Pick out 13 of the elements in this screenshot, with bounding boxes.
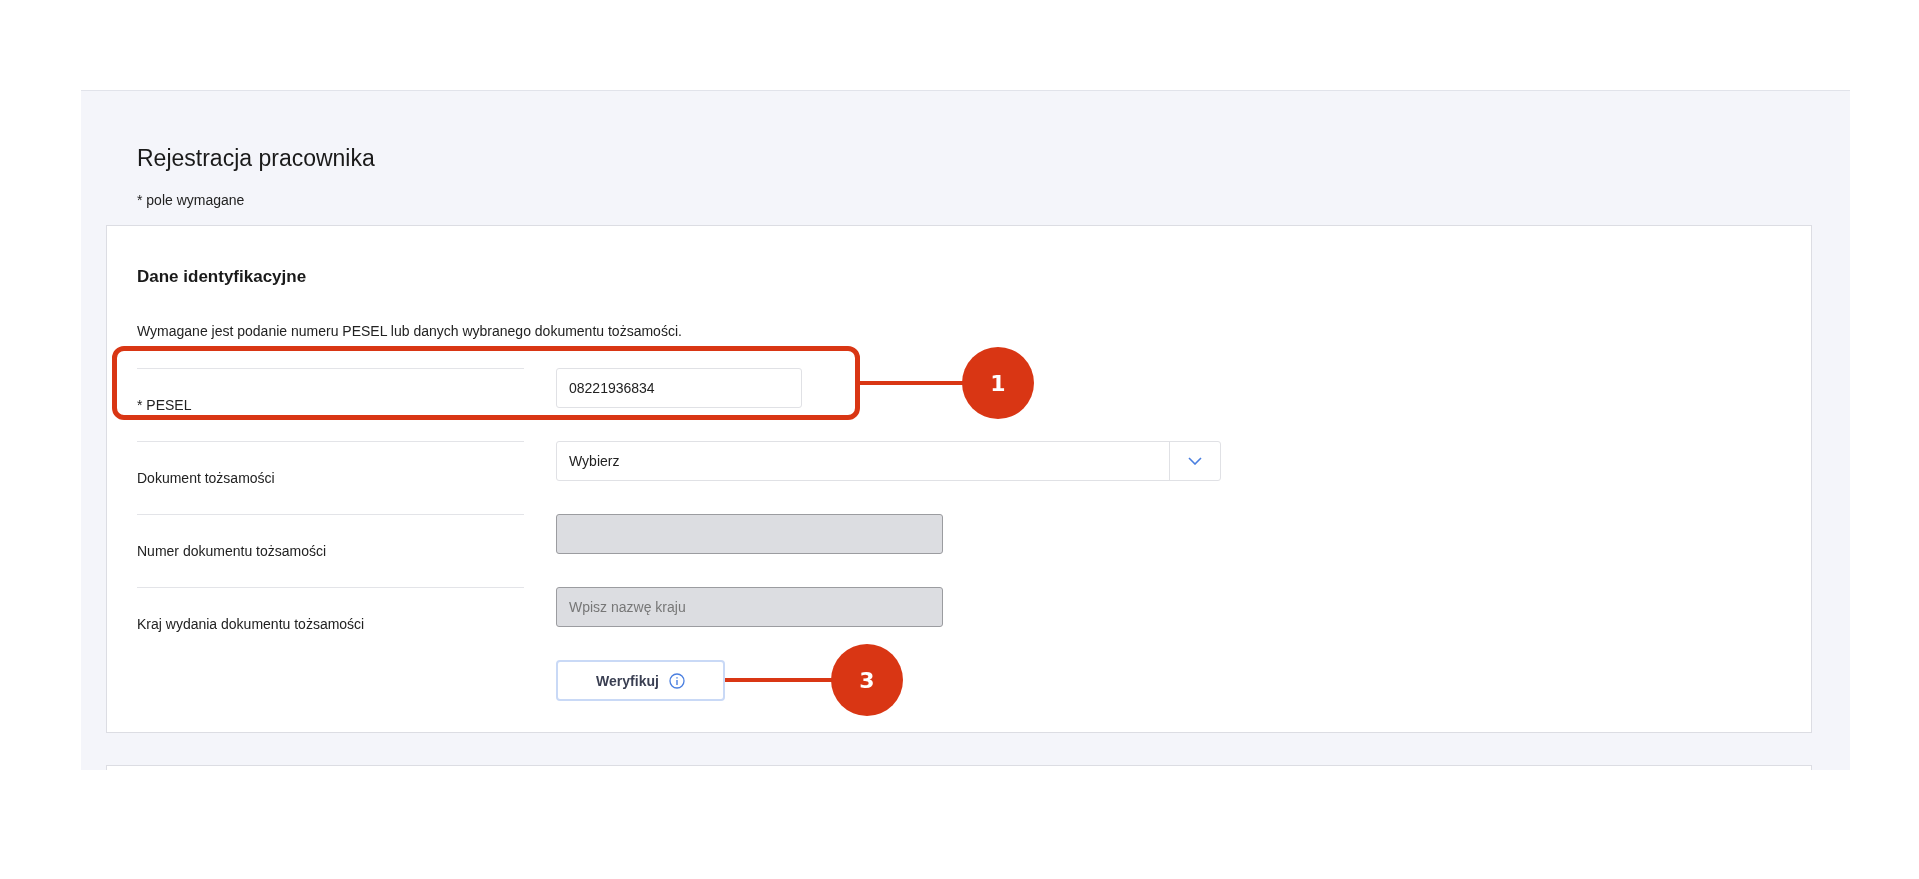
- section-description: Wymagane jest podanie numeru PESEL lub danych wybranego dokumentu tożsamości.: [137, 323, 683, 339]
- dropdown[interactable]: Wybierz: [556, 441, 1221, 481]
- verify-button[interactable]: Weryfikuj: [556, 660, 725, 701]
- text-field[interactable]: 08221936834: [556, 368, 802, 408]
- info-icon: [668, 672, 685, 689]
- field-label: Dokument tożsamości: [137, 470, 275, 486]
- page-title: Rejestracja pracownika: [136, 144, 376, 172]
- field-label: * PESEL: [137, 397, 192, 413]
- chevron-down-icon: [1188, 457, 1202, 465]
- required-note: * pole wymagane: [136, 191, 246, 208]
- section-title: Dane identyfikacyjne: [137, 267, 308, 287]
- field-label: Kraj wydania dokumentu tożsamości: [137, 616, 365, 632]
- field-label: Numer dokumentu tożsamości: [137, 543, 327, 559]
